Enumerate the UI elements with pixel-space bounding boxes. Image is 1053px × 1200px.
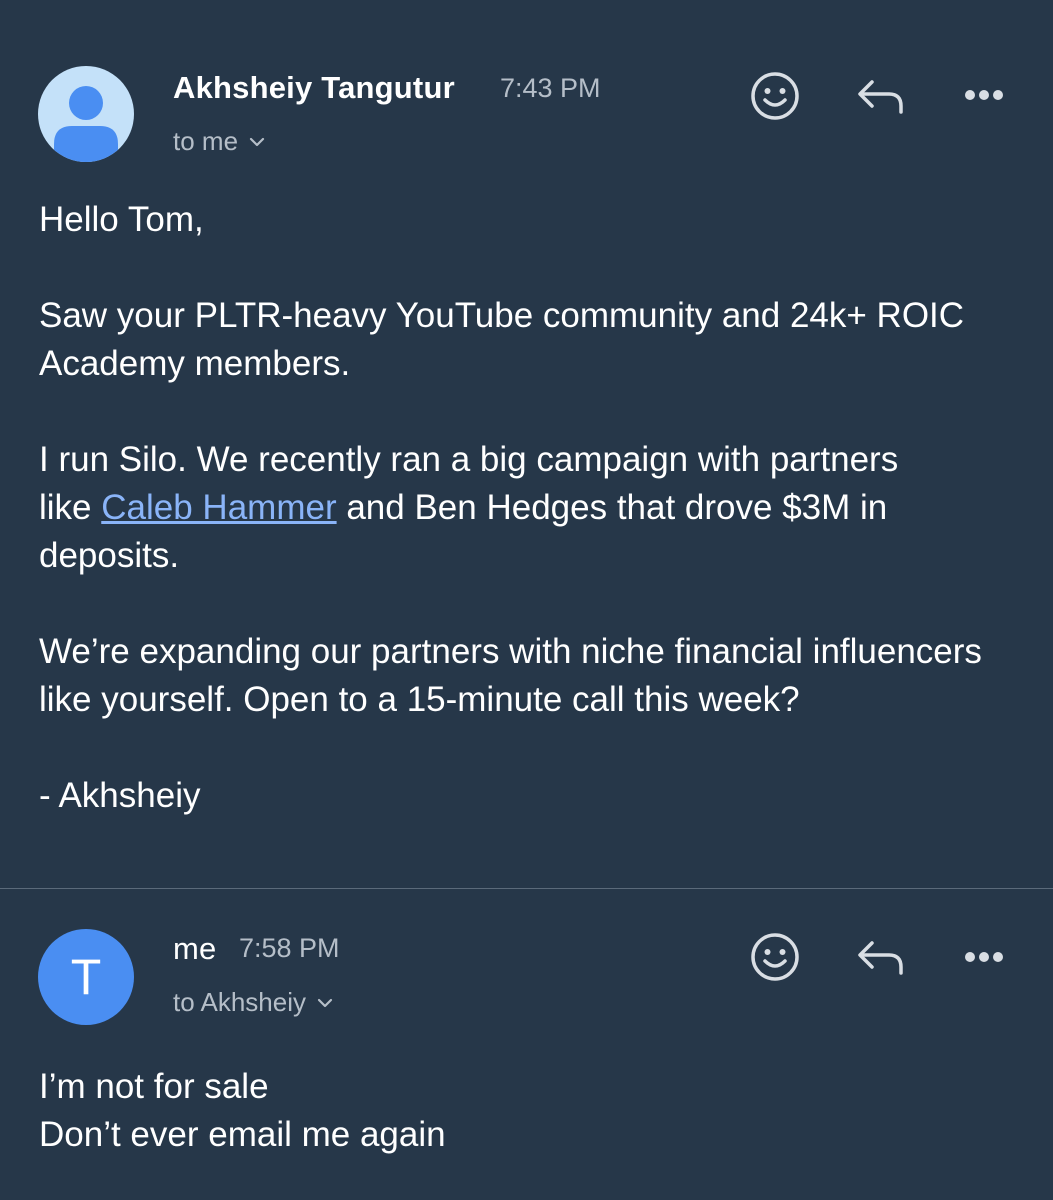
body-paragraph-3: We’re expanding our partners with niche … <box>39 632 982 719</box>
emoji-react-icon[interactable] <box>748 930 802 984</box>
reply-icon[interactable] <box>854 74 908 118</box>
recipient-details-toggle[interactable]: to Akhsheiy <box>173 987 334 1018</box>
sender-avatar[interactable] <box>38 66 134 162</box>
person-icon <box>54 86 118 162</box>
sender-name: Akhsheiy Tangutur <box>173 70 455 105</box>
recipient-label: to me <box>173 126 239 156</box>
message-2: T me 7:58 PM to Akhsheiy I’m not for sal… <box>0 889 1053 1200</box>
reply-icon[interactable] <box>854 935 908 979</box>
message-1: Akhsheiy Tangutur 7:43 PM to me Hello To… <box>0 0 1053 888</box>
signoff-line: - Akhsheiy <box>39 776 201 815</box>
reply-line-1: I’m not for sale <box>39 1067 269 1106</box>
more-options-icon[interactable] <box>960 944 1008 970</box>
avatar-initial: T <box>70 949 102 1005</box>
body-paragraph-2: I run Silo. We recently ran a big campai… <box>39 436 939 580</box>
body-paragraph-1: Saw your PLTR-heavy YouTube community an… <box>39 296 965 383</box>
sender-avatar[interactable]: T <box>38 929 134 1025</box>
message-time: 7:58 PM <box>239 933 340 963</box>
message-body: I’m not for sale Don’t ever email me aga… <box>39 1063 1019 1159</box>
emoji-react-icon[interactable] <box>748 69 802 123</box>
message-time: 7:43 PM <box>500 73 601 103</box>
recipient-label: to Akhsheiy <box>173 987 306 1017</box>
greeting-line: Hello Tom, <box>39 200 204 239</box>
recipient-details-toggle[interactable]: to me <box>173 126 266 157</box>
chevron-down-icon <box>317 998 333 1007</box>
message-body: Hello Tom, Saw your PLTR-heavy YouTube c… <box>39 196 1019 820</box>
chevron-down-icon <box>249 137 265 146</box>
caleb-hammer-link[interactable]: Caleb Hammer <box>101 488 336 527</box>
reply-line-2: Don’t ever email me again <box>39 1115 446 1154</box>
more-options-icon[interactable] <box>960 82 1008 108</box>
sender-name: me <box>173 931 217 966</box>
